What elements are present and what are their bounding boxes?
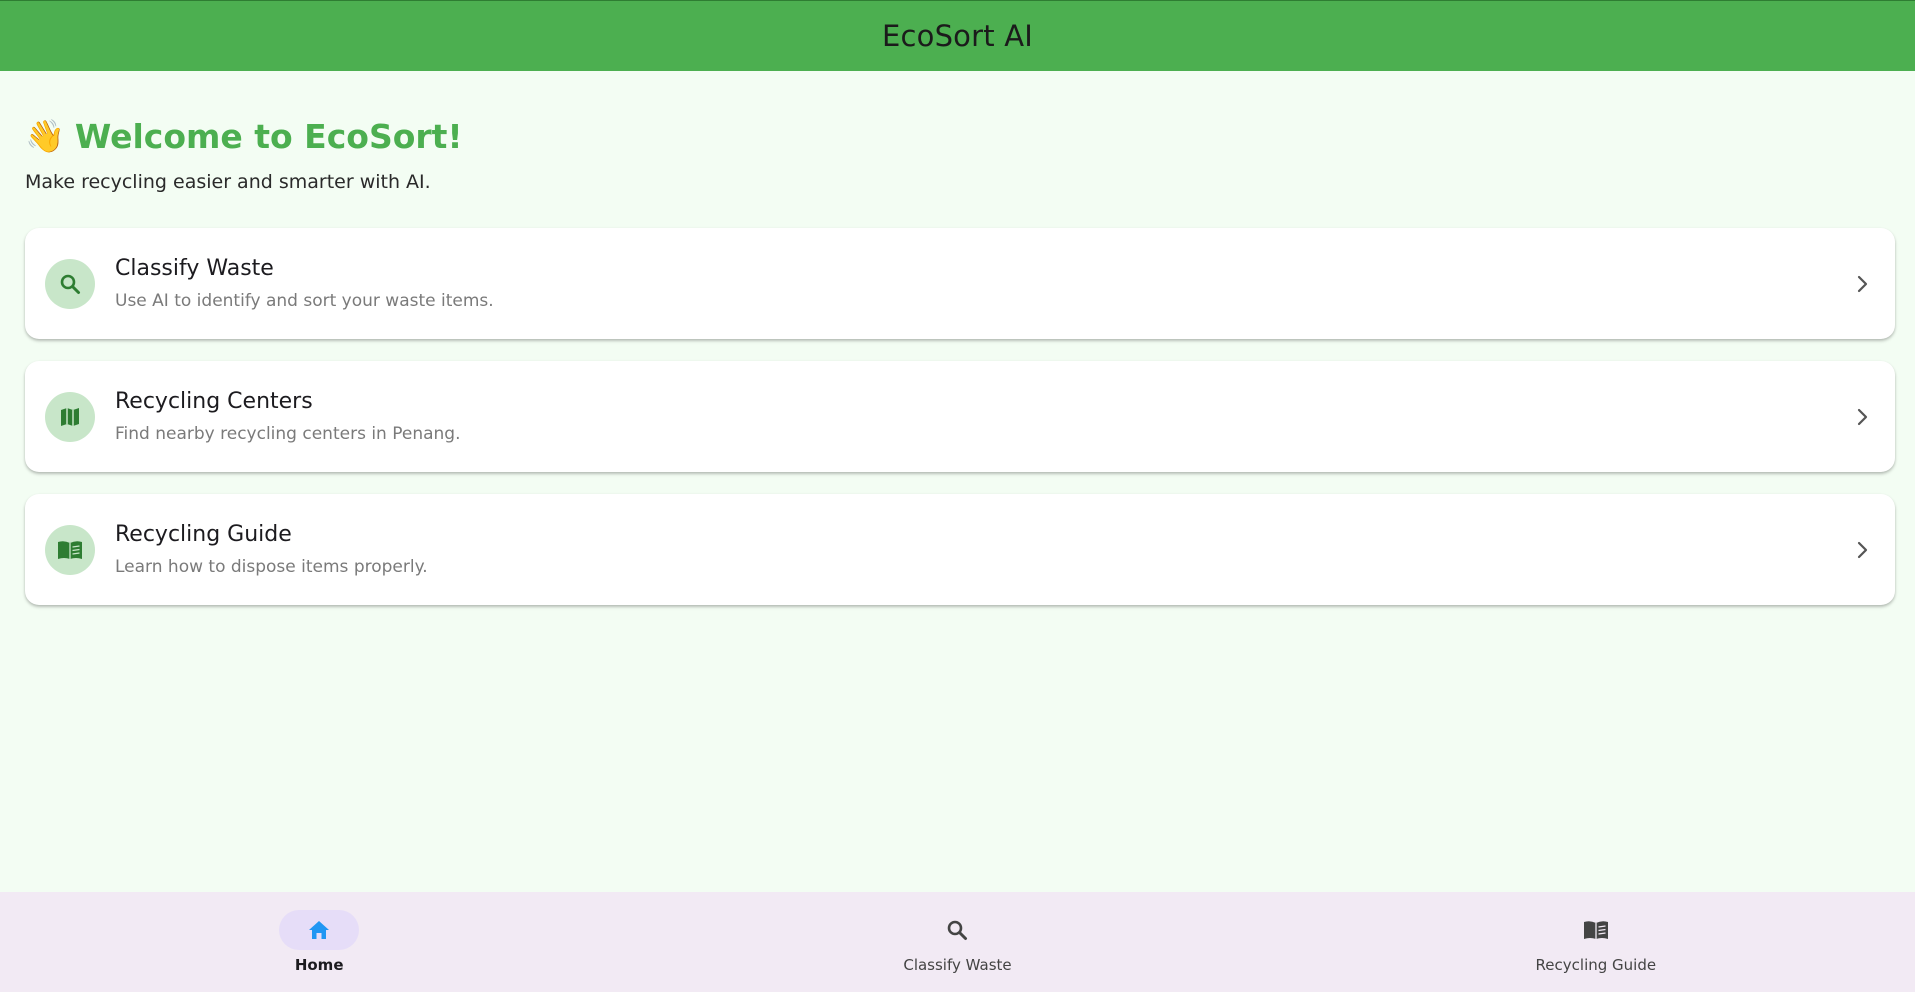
card-subtitle: Learn how to dispose items properly. xyxy=(115,557,428,577)
nav-icon-container xyxy=(917,910,997,950)
search-icon xyxy=(948,920,968,940)
chevron-right-icon xyxy=(1849,536,1877,564)
nav-active-indicator xyxy=(279,910,360,950)
book-icon xyxy=(45,524,95,575)
chevron-right-icon xyxy=(1849,270,1877,298)
card-title: Classify Waste xyxy=(115,256,274,281)
feature-cards: Classify Waste Use AI to identify and so… xyxy=(25,228,1895,605)
card-title: Recycling Guide xyxy=(115,522,292,547)
card-text: Recycling Centers Find nearby recycling … xyxy=(115,389,461,444)
waving-hand-icon: 👋 xyxy=(25,117,65,155)
nav-label: Classify Waste xyxy=(903,956,1012,974)
card-text: Recycling Guide Learn how to dispose ite… xyxy=(115,522,428,577)
chevron-right-icon xyxy=(1849,403,1877,431)
app-bar: EcoSort AI xyxy=(0,0,1915,71)
map-icon xyxy=(45,391,95,442)
app-title: EcoSort AI xyxy=(881,19,1034,53)
card-subtitle: Find nearby recycling centers in Penang. xyxy=(115,424,461,444)
nav-label: Recycling Guide xyxy=(1535,956,1657,974)
welcome-subtitle: Make recycling easier and smarter with A… xyxy=(25,171,431,193)
welcome-heading: 👋 Welcome to EcoSort! xyxy=(25,115,1895,157)
search-icon xyxy=(45,258,95,309)
recycling-guide-card[interactable]: Recycling Guide Learn how to dispose ite… xyxy=(25,494,1895,605)
nav-label: Home xyxy=(294,956,344,974)
app-root: EcoSort AI 👋 Welcome to EcoSort! Make re… xyxy=(0,0,1915,992)
welcome-title: Welcome to EcoSort! xyxy=(74,116,463,156)
nav-item-home[interactable]: Home xyxy=(0,892,638,992)
nav-item-classify-waste[interactable]: Classify Waste xyxy=(638,892,1276,992)
nav-icon-container xyxy=(1556,910,1636,950)
nav-item-recycling-guide[interactable]: Recycling Guide xyxy=(1277,892,1915,992)
bottom-navigation: Home Classify Waste Recycling Guide xyxy=(0,892,1915,992)
card-title: Recycling Centers xyxy=(115,389,313,414)
card-subtitle: Use AI to identify and sort your waste i… xyxy=(115,291,494,311)
main-content: 👋 Welcome to EcoSort! Make recycling eas… xyxy=(25,71,1895,627)
classify-waste-card[interactable]: Classify Waste Use AI to identify and so… xyxy=(25,228,1895,339)
recycling-centers-card[interactable]: Recycling Centers Find nearby recycling … xyxy=(25,361,1895,472)
home-icon xyxy=(309,921,330,939)
card-text: Classify Waste Use AI to identify and so… xyxy=(115,256,494,311)
book-icon xyxy=(1583,921,1608,939)
